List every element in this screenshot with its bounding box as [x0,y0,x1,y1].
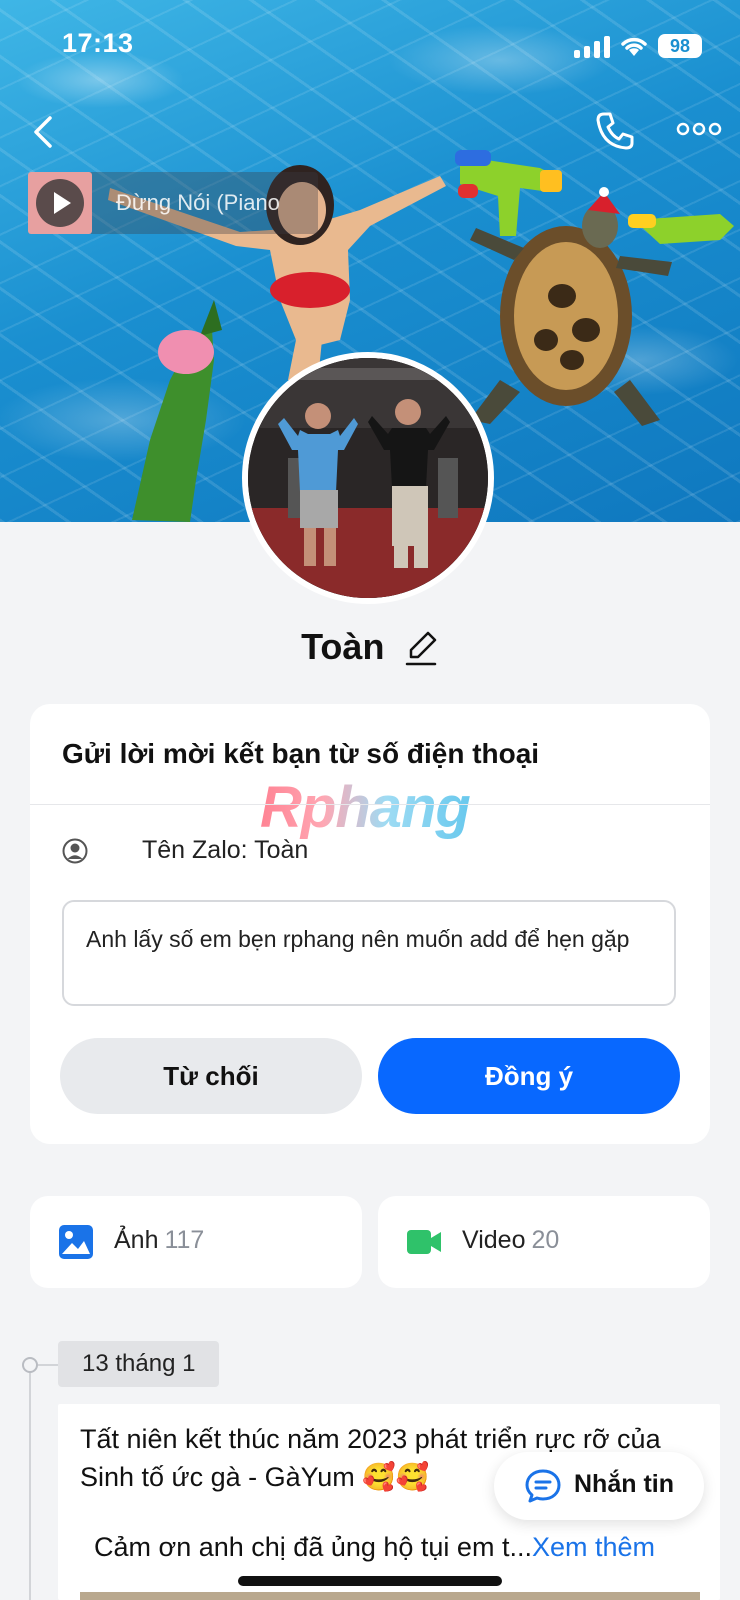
divider [30,804,710,805]
profile-name-row: Toàn [0,626,740,676]
request-message: Anh lấy số em bẹn rphang nên muốn add để… [62,900,676,1006]
chat-bubble-icon [525,1469,561,1503]
status-bar: 17:13 98 [0,0,740,90]
request-title: Gửi lời mời kết bạn từ số điện thoại [62,738,540,769]
image-icon [59,1225,93,1259]
see-more-link[interactable]: Xem thêm [532,1532,655,1562]
profile-avatar[interactable] [242,352,494,604]
music-title: Đừng Nói (Piano [116,190,280,215]
timeline-date: 13 tháng 1 [58,1341,220,1387]
photos-label: Ảnh [114,1226,159,1254]
timeline-connector [38,1364,58,1366]
decline-button[interactable]: Từ chối [60,1038,362,1114]
message-button[interactable]: Nhắn tin [494,1452,704,1520]
videos-count: 20 [531,1226,560,1254]
signal-icon [574,36,610,58]
edit-icon[interactable] [403,627,439,667]
watermark-logo: Rphang [260,775,471,840]
zalo-name: Tên Zalo: Toàn [142,836,309,864]
photos-count: 117 [164,1226,205,1254]
profile-music-player[interactable]: Đừng Nói (Piano [28,172,318,234]
post-preview: Cảm ơn anh chị đã ủng hộ tụi em t... [94,1532,532,1562]
profile-name: Toàn [301,626,385,667]
phone-icon[interactable] [594,110,636,152]
message-button-label: Nhắn tin [574,1470,674,1498]
video-camera-icon [407,1230,441,1254]
more-icon[interactable] [676,120,722,138]
post-photos[interactable] [80,1592,700,1600]
timeline-line [29,1364,31,1600]
battery-indicator: 98 [658,34,702,58]
status-time: 17:13 [62,28,134,58]
photos-button[interactable]: Ảnh 117 [30,1196,362,1288]
videos-label: Video [462,1226,526,1254]
videos-button[interactable]: Video 20 [378,1196,710,1288]
user-circle-icon [62,838,88,864]
wifi-icon [621,37,647,56]
avatar-photo [248,358,488,598]
play-icon[interactable] [36,179,84,227]
friend-request-card: Gửi lời mời kết bạn từ số điện thoại Rph… [30,704,710,1144]
back-icon[interactable] [28,112,58,152]
timeline-dot [22,1357,38,1373]
accept-button[interactable]: Đồng ý [378,1038,680,1114]
home-indicator [238,1576,502,1586]
